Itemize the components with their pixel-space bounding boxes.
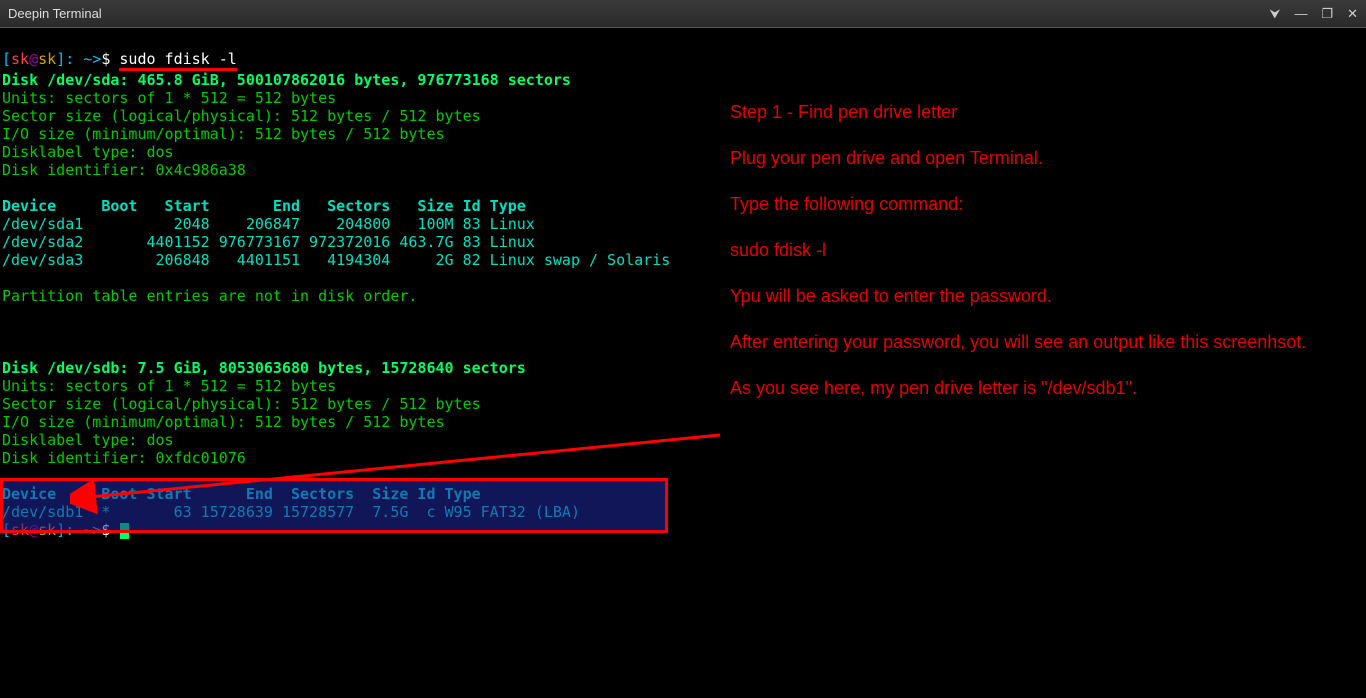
annotation-text: After entering your password, you will s… — [730, 330, 1340, 354]
disk-b-label: Disklabel type: dos — [2, 431, 174, 449]
window-titlebar: Deepin Terminal ⮟ — ❐ ✕ — [0, 0, 1366, 28]
annotation-panel: Step 1 - Find pen drive letter Plug your… — [730, 100, 1340, 422]
window-controls: ⮟ — ❐ ✕ — [1269, 5, 1358, 23]
annotation-text: Type the following command: — [730, 192, 1340, 216]
table-row: /dev/sdb1 * 63 15728639 15728577 7.5G c … — [2, 503, 580, 521]
disk-b-io: I/O size (minimum/optimal): 512 bytes / … — [2, 413, 445, 431]
disk-b-sector: Sector size (logical/physical): 512 byte… — [2, 395, 481, 413]
disk-a-io: I/O size (minimum/optimal): 512 bytes / … — [2, 125, 445, 143]
disk-a-table-header: Device Boot Start End Sectors Size Id Ty… — [2, 197, 526, 215]
disk-b-ident: Disk identifier: 0xfdc01076 — [2, 449, 246, 467]
table-row: /dev/sda1 2048 206847 204800 100M 83 Lin… — [2, 215, 535, 233]
menu-icon[interactable]: ⮟ — [1269, 5, 1280, 23]
prompt-line-1: [sk@sk]: ~>$ sudo fdisk -l — [2, 50, 237, 68]
annotation-text: As you see here, my pen drive letter is … — [730, 376, 1340, 400]
partition-note: Partition table entries are not in disk … — [2, 287, 417, 305]
annotation-step: Step 1 - Find pen drive letter — [730, 100, 1340, 124]
annotation-command: sudo fdisk -l — [730, 238, 1340, 262]
disk-a-units: Units: sectors of 1 * 512 = 512 bytes — [2, 89, 336, 107]
table-row: /dev/sda3 206848 4401151 4194304 2G 82 L… — [2, 251, 670, 269]
window-title: Deepin Terminal — [8, 5, 1269, 23]
disk-a-sector: Sector size (logical/physical): 512 byte… — [2, 107, 481, 125]
disk-b-units: Units: sectors of 1 * 512 = 512 bytes — [2, 377, 336, 395]
disk-a-header: Disk /dev/sda: 465.8 GiB, 500107862016 b… — [2, 71, 571, 89]
annotation-text: Ypu will be asked to enter the password. — [730, 284, 1340, 308]
cursor-icon — [120, 523, 129, 539]
command-input: sudo fdisk -l — [119, 50, 236, 71]
minimize-icon[interactable]: — — [1294, 5, 1307, 23]
maximize-icon[interactable]: ❐ — [1321, 5, 1333, 23]
disk-a-label: Disklabel type: dos — [2, 143, 174, 161]
disk-b-header: Disk /dev/sdb: 7.5 GiB, 8053063680 bytes… — [2, 359, 526, 377]
table-row: /dev/sda2 4401152 976773167 972372016 46… — [2, 233, 535, 251]
close-icon[interactable]: ✕ — [1347, 5, 1358, 23]
disk-b-table-header: Device Boot Start End Sectors Size Id Ty… — [2, 485, 481, 503]
prompt-line-2: [sk@sk]: ~>$ — [2, 521, 129, 539]
annotation-text: Plug your pen drive and open Terminal. — [730, 146, 1340, 170]
disk-a-ident: Disk identifier: 0x4c986a38 — [2, 161, 246, 179]
